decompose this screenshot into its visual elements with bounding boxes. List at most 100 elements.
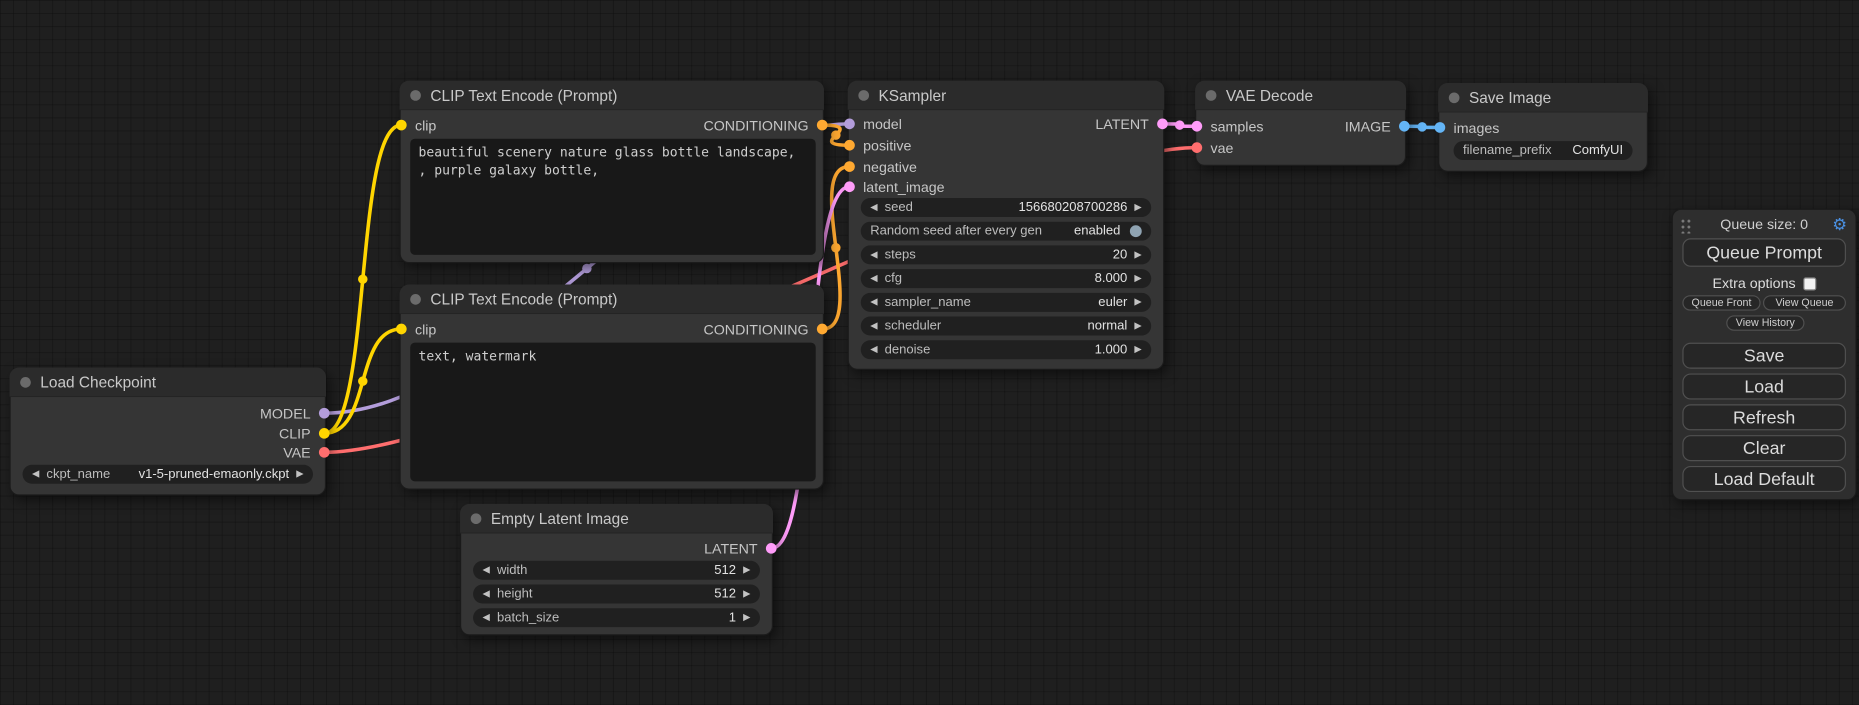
load-default-button[interactable]: Load Default (1682, 466, 1846, 492)
port-loadckpt-out-vae[interactable] (319, 447, 330, 458)
collapse-dot[interactable] (858, 90, 869, 101)
port-vae-in-vae[interactable] (1192, 142, 1203, 153)
load-button[interactable]: Load (1682, 373, 1846, 399)
port-vae-in-samples[interactable] (1192, 121, 1203, 132)
sampler-name-widget[interactable]: ◀ sampler_name euler ▶ (861, 293, 1151, 312)
toggle-dot[interactable] (1130, 225, 1142, 237)
increment-arrow[interactable]: ▶ (743, 561, 750, 580)
increment-arrow[interactable]: ▶ (743, 585, 750, 604)
node-title-bar[interactable]: CLIP Text Encode (Prompt) (400, 285, 824, 315)
output-label-latent: LATENT (1095, 115, 1149, 134)
wire-midpoint-dot[interactable] (1417, 122, 1426, 131)
view-history-button[interactable]: View History (1726, 315, 1804, 330)
refresh-button[interactable]: Refresh (1682, 404, 1846, 430)
decrement-arrow[interactable]: ◀ (483, 585, 490, 604)
random-seed-toggle-widget[interactable]: Random seed after every gen enabled (861, 222, 1151, 241)
widget-value: euler (1098, 295, 1127, 309)
node-title-bar[interactable]: VAE Decode (1195, 81, 1406, 111)
extra-options-checkbox[interactable] (1803, 277, 1816, 290)
port-latent-out-latent[interactable] (766, 543, 777, 554)
node-vae-decode[interactable]: VAE Decode samples IMAGE vae (1195, 81, 1406, 166)
wire-midpoint-dot[interactable] (1175, 120, 1184, 129)
port-clip1-in-clip[interactable] (396, 120, 407, 131)
view-queue-button[interactable]: View Queue (1763, 295, 1846, 310)
node-save-image[interactable]: Save Image images filename_prefix ComfyU… (1438, 83, 1648, 172)
wire-midpoint-dot[interactable] (358, 376, 367, 385)
port-vae-out-image[interactable] (1399, 121, 1410, 132)
increment-arrow[interactable]: ▶ (1134, 317, 1141, 336)
node-title-bar[interactable]: Save Image (1438, 83, 1648, 113)
widget-label: cfg (885, 272, 902, 286)
widget-value: 156680208700286 (1019, 200, 1128, 214)
widget-label: Random seed after every gen (870, 224, 1042, 238)
decrement-arrow[interactable]: ◀ (870, 317, 877, 336)
filename-prefix-widget[interactable]: filename_prefix ComfyUI (1454, 141, 1633, 160)
decrement-arrow[interactable]: ◀ (870, 269, 877, 288)
port-loadckpt-out-model[interactable] (319, 408, 330, 419)
increment-arrow[interactable]: ▶ (1134, 198, 1141, 217)
ckpt-name-widget[interactable]: ◀ ckpt_name v1-5-pruned-emaonly.ckpt ▶ (23, 465, 313, 484)
decrement-arrow[interactable]: ◀ (870, 293, 877, 312)
node-title-bar[interactable]: Load Checkpoint (9, 368, 326, 398)
width-widget[interactable]: ◀ width 512 ▶ (473, 561, 760, 580)
increment-arrow[interactable]: ▶ (743, 608, 750, 627)
denoise-widget[interactable]: ◀ denoise 1.000 ▶ (861, 340, 1151, 359)
input-label-negative: negative (863, 158, 917, 177)
node-empty-latent-image[interactable]: Empty Latent Image LATENT ◀ width 512 ▶ … (460, 504, 773, 636)
increment-arrow[interactable]: ▶ (1134, 293, 1141, 312)
port-clip1-out-conditioning[interactable] (817, 120, 828, 131)
scheduler-widget[interactable]: ◀ scheduler normal ▶ (861, 317, 1151, 336)
wire-midpoint-dot[interactable] (582, 264, 591, 273)
decrement-arrow[interactable]: ◀ (483, 561, 490, 580)
decrement-arrow[interactable]: ◀ (870, 198, 877, 217)
port-clip2-out-conditioning[interactable] (817, 324, 828, 335)
collapse-dot[interactable] (20, 376, 31, 387)
increment-arrow[interactable]: ▶ (1134, 269, 1141, 288)
steps-widget[interactable]: ◀ steps 20 ▶ (861, 245, 1151, 264)
node-title-bar[interactable]: Empty Latent Image (460, 504, 773, 534)
queue-prompt-button[interactable]: Queue Prompt (1682, 238, 1846, 266)
port-clip2-in-clip[interactable] (396, 324, 407, 335)
node-title: KSampler (879, 86, 947, 104)
port-ksampler-out-latent[interactable] (1157, 119, 1168, 130)
port-save-in-images[interactable] (1435, 122, 1446, 133)
node-clip-text-encode-negative[interactable]: CLIP Text Encode (Prompt) clip CONDITION… (400, 285, 824, 490)
port-ksampler-in-latent[interactable] (844, 181, 855, 192)
save-button[interactable]: Save (1682, 343, 1846, 369)
wire-midpoint-dot[interactable] (358, 274, 367, 283)
queue-front-button[interactable]: Queue Front (1682, 295, 1760, 310)
cfg-widget[interactable]: ◀ cfg 8.000 ▶ (861, 269, 1151, 288)
collapse-dot[interactable] (410, 90, 421, 101)
wire-midpoint-dot[interactable] (831, 243, 840, 252)
node-ksampler[interactable]: KSampler model LATENT positive negative … (848, 81, 1165, 370)
collapse-dot[interactable] (1449, 92, 1460, 103)
increment-arrow[interactable]: ▶ (1134, 340, 1141, 359)
seed-widget[interactable]: ◀ seed 156680208700286 ▶ (861, 198, 1151, 217)
port-loadckpt-out-clip[interactable] (319, 428, 330, 439)
negative-prompt-textarea[interactable]: text, watermark (410, 343, 815, 482)
positive-prompt-textarea[interactable]: beautiful scenery nature glass bottle la… (410, 139, 815, 255)
decrement-arrow[interactable]: ◀ (483, 608, 490, 627)
decrement-arrow[interactable]: ◀ (870, 340, 877, 359)
port-ksampler-in-model[interactable] (844, 119, 855, 130)
node-clip-text-encode-positive[interactable]: CLIP Text Encode (Prompt) clip CONDITION… (400, 81, 824, 264)
collapse-dot[interactable] (471, 513, 482, 524)
batch-size-widget[interactable]: ◀ batch_size 1 ▶ (473, 608, 760, 627)
increment-arrow[interactable]: ▶ (296, 465, 303, 484)
collapse-dot[interactable] (1206, 90, 1217, 101)
node-title-bar[interactable]: KSampler (848, 81, 1165, 111)
port-ksampler-in-negative[interactable] (844, 161, 855, 172)
height-widget[interactable]: ◀ height 512 ▶ (473, 585, 760, 604)
decrement-arrow[interactable]: ◀ (870, 245, 877, 264)
node-load-checkpoint[interactable]: Load Checkpoint MODEL CLIP VAE ◀ ckpt_na… (9, 368, 326, 496)
collapse-dot[interactable] (410, 293, 421, 304)
node-title-bar[interactable]: CLIP Text Encode (Prompt) (400, 81, 824, 111)
widget-label: width (497, 563, 527, 577)
settings-gear-icon[interactable]: ⚙ (1832, 212, 1847, 236)
decrement-arrow[interactable]: ◀ (32, 465, 39, 484)
clear-button[interactable]: Clear (1682, 435, 1846, 461)
wire-midpoint-dot[interactable] (831, 130, 840, 139)
node-graph-canvas[interactable]: Load Checkpoint MODEL CLIP VAE ◀ ckpt_na… (0, 0, 1859, 705)
port-ksampler-in-positive[interactable] (844, 140, 855, 151)
increment-arrow[interactable]: ▶ (1134, 245, 1141, 264)
